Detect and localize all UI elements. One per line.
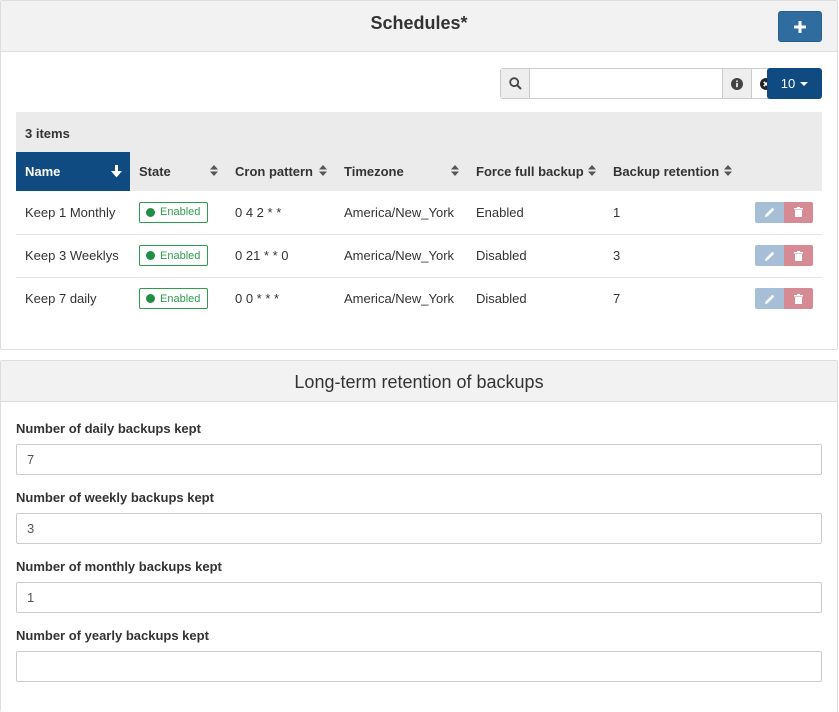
- page-size-dropdown[interactable]: 10: [767, 68, 822, 99]
- column-header-cron[interactable]: Cron pattern: [226, 152, 335, 191]
- cell-retention: 1: [604, 191, 744, 235]
- table-header-row: Name State Cron pattern Timezone Force f…: [16, 152, 822, 191]
- cell-actions: [744, 277, 822, 320]
- retention-title: Long-term retention of backups: [294, 372, 544, 392]
- schedules-table-wrap: 3 items Name State Cron pattern Timezone…: [16, 112, 822, 320]
- pencil-icon: [764, 251, 774, 261]
- sort-icon: [451, 165, 459, 176]
- status-label: Enabled: [160, 292, 201, 305]
- edit-button[interactable]: [755, 245, 784, 266]
- column-header-state[interactable]: State: [130, 152, 226, 191]
- column-label: Cron pattern: [235, 164, 313, 179]
- pencil-icon: [764, 207, 774, 218]
- column-label: Name: [25, 164, 61, 179]
- status-badge: Enabled: [139, 245, 209, 266]
- schedules-title: Schedules*: [370, 13, 468, 33]
- status-label: Enabled: [160, 206, 201, 219]
- cell-cron: 0 4 2 * *: [226, 191, 335, 235]
- status-badge: Enabled: [139, 201, 209, 223]
- cell-retention: 7: [613, 291, 621, 307]
- edit-button[interactable]: [755, 201, 784, 223]
- sort-icon: [210, 165, 218, 176]
- cell-retention: 3: [604, 234, 744, 278]
- search-icon: [501, 69, 530, 98]
- cell-state: Enabled: [130, 191, 226, 235]
- status-label: Enabled: [160, 249, 201, 262]
- cell-name: Keep 1 Monthly: [16, 191, 130, 235]
- weekly-backups-label: Number of weekly backups kept: [16, 490, 214, 505]
- monthly-backups-field[interactable]: [16, 582, 822, 613]
- column-label: Timezone: [344, 164, 404, 179]
- cell-actions: [744, 191, 822, 235]
- plus-icon: [794, 20, 806, 33]
- daily-backups-label: Number of daily backups kept: [16, 421, 201, 436]
- trash-icon: [794, 207, 803, 218]
- column-label: Force full backup: [476, 164, 584, 179]
- status-dot-icon: [146, 294, 155, 304]
- schedules-header: Schedules*: [1, 1, 837, 52]
- add-schedule-button[interactable]: [778, 11, 822, 42]
- caret-down-icon: [800, 81, 809, 86]
- cell-timezone: America/New_York: [344, 291, 455, 307]
- info-icon[interactable]: [722, 69, 751, 98]
- cell-cron: 0 0 * * *: [235, 291, 280, 307]
- delete-button[interactable]: [784, 288, 813, 310]
- edit-button[interactable]: [755, 288, 784, 310]
- cell-name: Keep 3 Weeklys: [16, 234, 130, 278]
- items-count: 3 items: [16, 112, 822, 152]
- daily-backups-field[interactable]: [16, 444, 822, 475]
- column-header-name[interactable]: Name: [16, 152, 130, 191]
- cell-force-full: Disabled: [467, 234, 604, 278]
- table-row: Keep 3 Weeklys Enabled 0 21 * * 0 Americ…: [16, 234, 822, 278]
- sort-icon: [588, 165, 596, 176]
- column-header-retention[interactable]: Backup retention: [604, 152, 744, 191]
- cell-force-full: Disabled: [476, 291, 527, 307]
- delete-button[interactable]: [784, 245, 813, 266]
- delete-button[interactable]: [784, 201, 813, 223]
- page-size-value: 10: [780, 76, 796, 91]
- search-group: [500, 68, 781, 99]
- column-header-actions: [744, 152, 822, 191]
- cell-cron: 0 21 * * 0: [226, 234, 335, 278]
- yearly-backups-label: Number of yearly backups kept: [16, 628, 209, 643]
- cell-force-full: Enabled: [467, 191, 604, 235]
- cell-state: Enabled: [130, 277, 226, 320]
- search-input[interactable]: [530, 69, 722, 98]
- status-dot-icon: [146, 207, 155, 217]
- cell-actions: [744, 234, 822, 278]
- weekly-backups-field[interactable]: [16, 513, 822, 544]
- cell-state: Enabled: [130, 234, 226, 278]
- monthly-backups-label: Number of monthly backups kept: [16, 559, 222, 574]
- column-label: State: [139, 164, 171, 179]
- yearly-backups-field[interactable]: [16, 651, 822, 682]
- column-label: Backup retention: [613, 164, 720, 179]
- status-badge: Enabled: [139, 288, 209, 310]
- sort-desc-icon: [111, 165, 122, 178]
- cell-timezone: America/New_York: [335, 234, 467, 278]
- cell-name: Keep 7 daily: [25, 291, 97, 307]
- cell-timezone: America/New_York: [335, 191, 467, 235]
- table-row: Keep 7 daily Enabled 0 0 * * * America/N…: [16, 277, 822, 320]
- pencil-icon: [764, 294, 774, 304]
- table-row: Keep 1 Monthly Enabled 0 4 2 * * America…: [16, 191, 822, 235]
- schedules-table: Name State Cron pattern Timezone Force f…: [16, 152, 822, 320]
- trash-icon: [794, 293, 803, 304]
- status-dot-icon: [146, 251, 155, 260]
- sort-icon: [724, 165, 732, 176]
- retention-header: Long-term retention of backups: [1, 361, 837, 402]
- trash-icon: [794, 250, 803, 261]
- column-header-timezone[interactable]: Timezone: [335, 152, 467, 191]
- sort-icon: [319, 165, 327, 176]
- column-header-force-full[interactable]: Force full backup: [467, 152, 604, 191]
